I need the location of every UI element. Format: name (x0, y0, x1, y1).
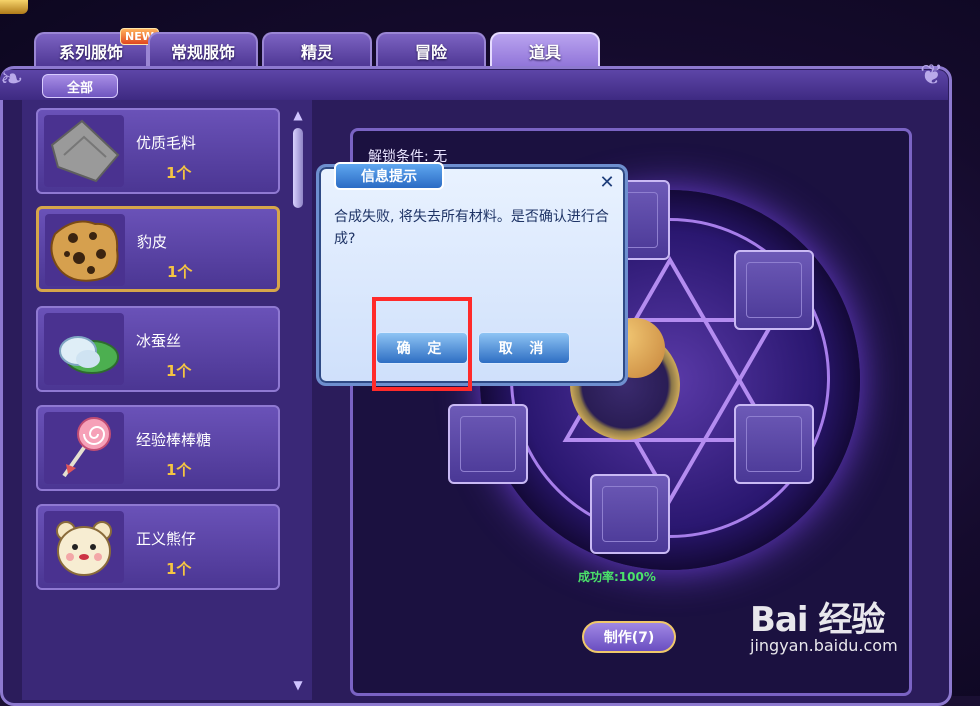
baidu-watermark: Bai 经验 jingyan.baidu.com (750, 592, 898, 655)
highlight-box (372, 297, 472, 391)
silkworm-icon (44, 313, 124, 385)
tab-adventure[interactable]: 冒险 (376, 32, 486, 68)
list-item[interactable]: 优质毛料 1个 (36, 108, 280, 194)
item-name: 豹皮 (137, 233, 168, 251)
item-count: 1个 (166, 164, 192, 182)
filter-bar (0, 70, 948, 100)
watermark-site: jingyan.baidu.com (750, 636, 898, 655)
scroll-down-icon[interactable]: ▼ (290, 678, 306, 692)
close-icon[interactable]: ✕ (598, 174, 616, 192)
material-slot-bottom[interactable] (590, 474, 670, 554)
info-dialog (316, 164, 628, 386)
list-scrollbar[interactable]: ▲ ▼ (290, 108, 306, 692)
list-item[interactable]: 冰蚕丝 1个 (36, 306, 280, 392)
item-name: 正义熊仔 (136, 530, 197, 548)
material-slot-lower-left[interactable] (448, 404, 528, 484)
corner-ornament-icon: ❦ (920, 58, 944, 91)
filter-all-button[interactable]: 全部 (42, 74, 118, 98)
logo-fragment (0, 0, 28, 14)
bear-icon (44, 511, 124, 583)
item-count: 1个 (166, 461, 192, 479)
leopard-skin-icon (45, 214, 125, 286)
lollipop-icon (44, 412, 124, 484)
list-item[interactable]: 正义熊仔 1个 (36, 504, 280, 590)
list-item[interactable]: 经验棒棒糖 1个 (36, 405, 280, 491)
item-count: 1个 (166, 362, 192, 380)
list-item-selected[interactable]: 豹皮 1个 (36, 206, 280, 292)
tab-regular-outfit[interactable]: 常规服饰 (148, 32, 258, 68)
dialog-message: 合成失败, 将失去所有材料。是否确认进行合成? (334, 209, 609, 247)
item-name: 优质毛料 (136, 134, 197, 152)
success-rate: 成功率:100% (578, 570, 656, 584)
material-slot-upper-right[interactable] (734, 250, 814, 330)
dialog-title: 信息提示 (334, 162, 444, 190)
item-name: 经验棒棒糖 (136, 431, 212, 449)
cancel-button[interactable]: 取 消 (478, 332, 570, 364)
scroll-thumb[interactable] (293, 128, 303, 208)
watermark-brand: Bai 经验 (750, 600, 885, 640)
item-count: 1个 (167, 263, 193, 281)
corner-ornament-icon: ❧ (0, 62, 24, 95)
tab-spirit[interactable]: 精灵 (262, 32, 372, 68)
material-slot-lower-right[interactable] (734, 404, 814, 484)
item-name: 冰蚕丝 (136, 332, 182, 350)
item-count: 1个 (166, 560, 192, 578)
make-button[interactable]: 制作(7) (582, 621, 676, 653)
tab-items[interactable]: 道具 (490, 32, 600, 68)
cloth-icon (44, 115, 124, 187)
scroll-up-icon[interactable]: ▲ (290, 108, 306, 122)
